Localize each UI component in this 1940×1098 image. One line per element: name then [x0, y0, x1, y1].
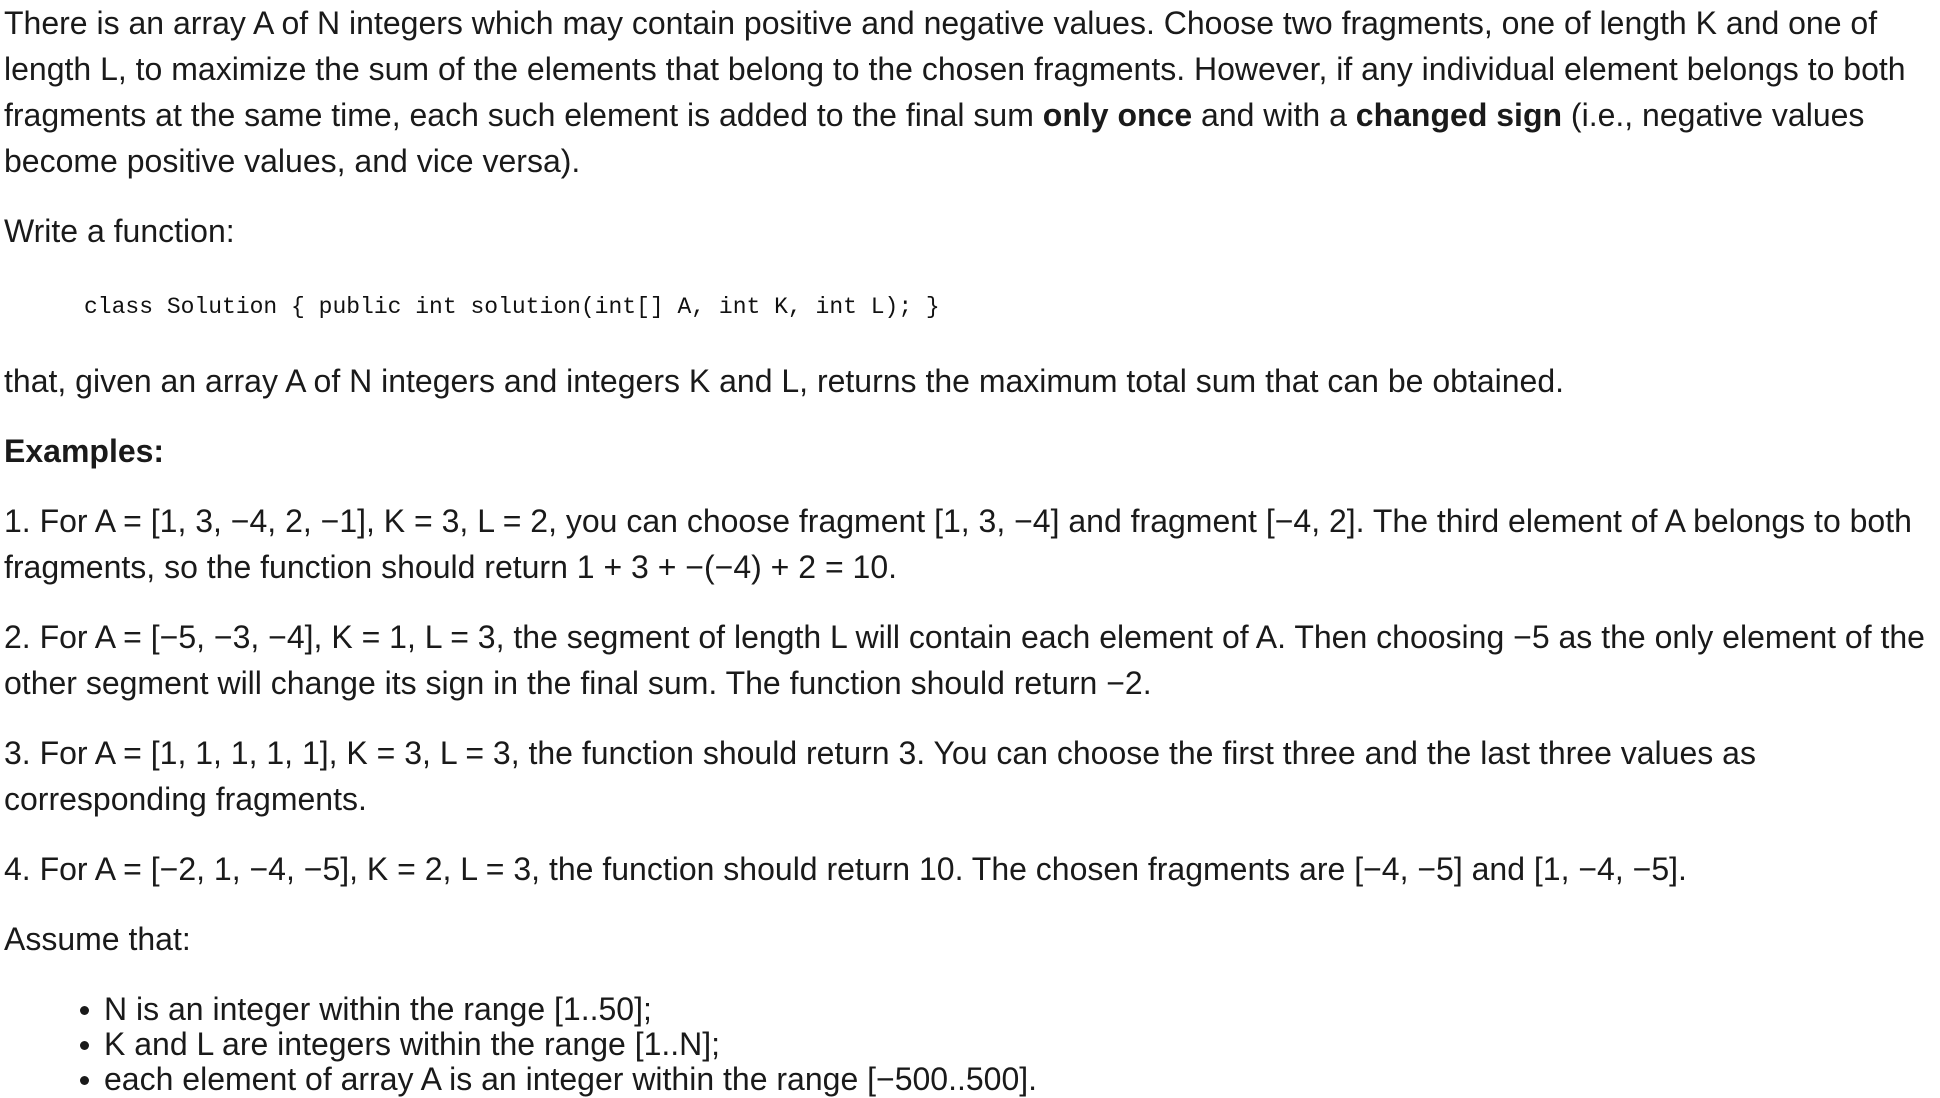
- function-description: that, given an array A of N integers and…: [4, 363, 1564, 399]
- constraint-item: N is an integer within the range [1..50]…: [80, 992, 1940, 1027]
- statement-text-2: and with a: [1192, 97, 1356, 133]
- write-function-label: Write a function:: [4, 213, 235, 249]
- examples-heading: Examples:: [4, 433, 165, 469]
- example-1: 1. For A = [1, 3, −4, 2, −1], K = 3, L =…: [4, 503, 1912, 585]
- function-signature-code: class Solution { public int solution(int…: [84, 294, 940, 320]
- constraints-list: N is an integer within the range [1..50]…: [4, 992, 1940, 1097]
- example-3: 3. For A = [1, 1, 1, 1, 1], K = 3, L = 3…: [4, 735, 1756, 817]
- emphasis-only-once: only once: [1042, 97, 1193, 133]
- constraint-item: each element of array A is an integer wi…: [80, 1062, 1940, 1097]
- example-4: 4. For A = [−2, 1, −4, −5], K = 2, L = 3…: [4, 851, 1687, 887]
- task-description: There is an array A of N integers which …: [0, 0, 1940, 1098]
- problem-statement: There is an array A of N integers which …: [4, 0, 1940, 184]
- constraint-item: K and L are integers within the range [1…: [80, 1027, 1940, 1062]
- emphasis-changed-sign: changed sign: [1355, 97, 1563, 133]
- example-2: 2. For A = [−5, −3, −4], K = 1, L = 3, t…: [4, 619, 1925, 701]
- assume-heading: Assume that:: [4, 921, 191, 957]
